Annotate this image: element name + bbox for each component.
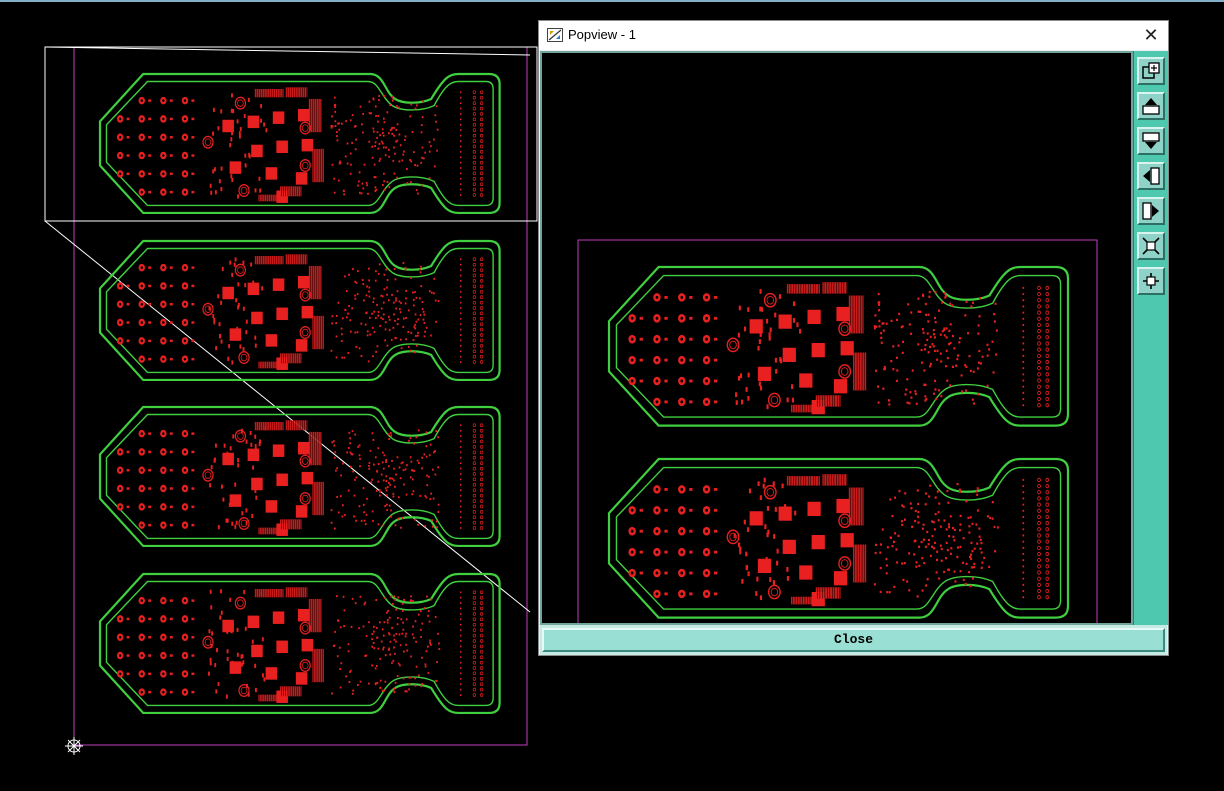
pcb-panel bbox=[100, 74, 500, 213]
pcb-panel bbox=[100, 574, 500, 713]
zoom-in-icon bbox=[1143, 273, 1159, 289]
pan-down-button[interactable] bbox=[1137, 127, 1165, 155]
popview-footer: Close bbox=[540, 625, 1167, 655]
pan-right-button[interactable] bbox=[1137, 197, 1165, 225]
pcb-panel bbox=[609, 459, 1068, 618]
zoom-window-icon bbox=[1142, 62, 1160, 79]
zoom-window-button[interactable] bbox=[1137, 57, 1165, 85]
popview-titlebar[interactable]: Popview - 1 ✕ bbox=[539, 21, 1168, 50]
pan-down-icon bbox=[1142, 132, 1160, 149]
pcb-panel bbox=[609, 267, 1068, 426]
pcb-panel bbox=[100, 407, 500, 546]
pcb-panel bbox=[100, 241, 500, 380]
app-icon bbox=[547, 28, 563, 42]
close-icon[interactable]: ✕ bbox=[1138, 23, 1164, 47]
zoom-out-icon bbox=[1142, 237, 1160, 255]
zoom-connector-line bbox=[44, 46, 531, 56]
pan-left-button[interactable] bbox=[1137, 162, 1165, 190]
origin-marker-icon bbox=[65, 737, 83, 755]
pan-up-icon bbox=[1142, 98, 1160, 115]
pan-right-icon bbox=[1142, 202, 1159, 220]
popview-canvas[interactable] bbox=[542, 53, 1131, 623]
popview-viewport[interactable] bbox=[540, 51, 1133, 625]
zoom-in-button[interactable] bbox=[1137, 267, 1165, 295]
close-button[interactable]: Close bbox=[542, 628, 1165, 652]
pan-left-icon bbox=[1143, 167, 1160, 185]
pan-up-button[interactable] bbox=[1137, 92, 1165, 120]
popview-toolbar bbox=[1133, 51, 1168, 625]
zoom-out-button[interactable] bbox=[1137, 232, 1165, 260]
popview-title: Popview - 1 bbox=[568, 27, 636, 42]
popview-window: Popview - 1 ✕ Close bbox=[538, 20, 1169, 656]
